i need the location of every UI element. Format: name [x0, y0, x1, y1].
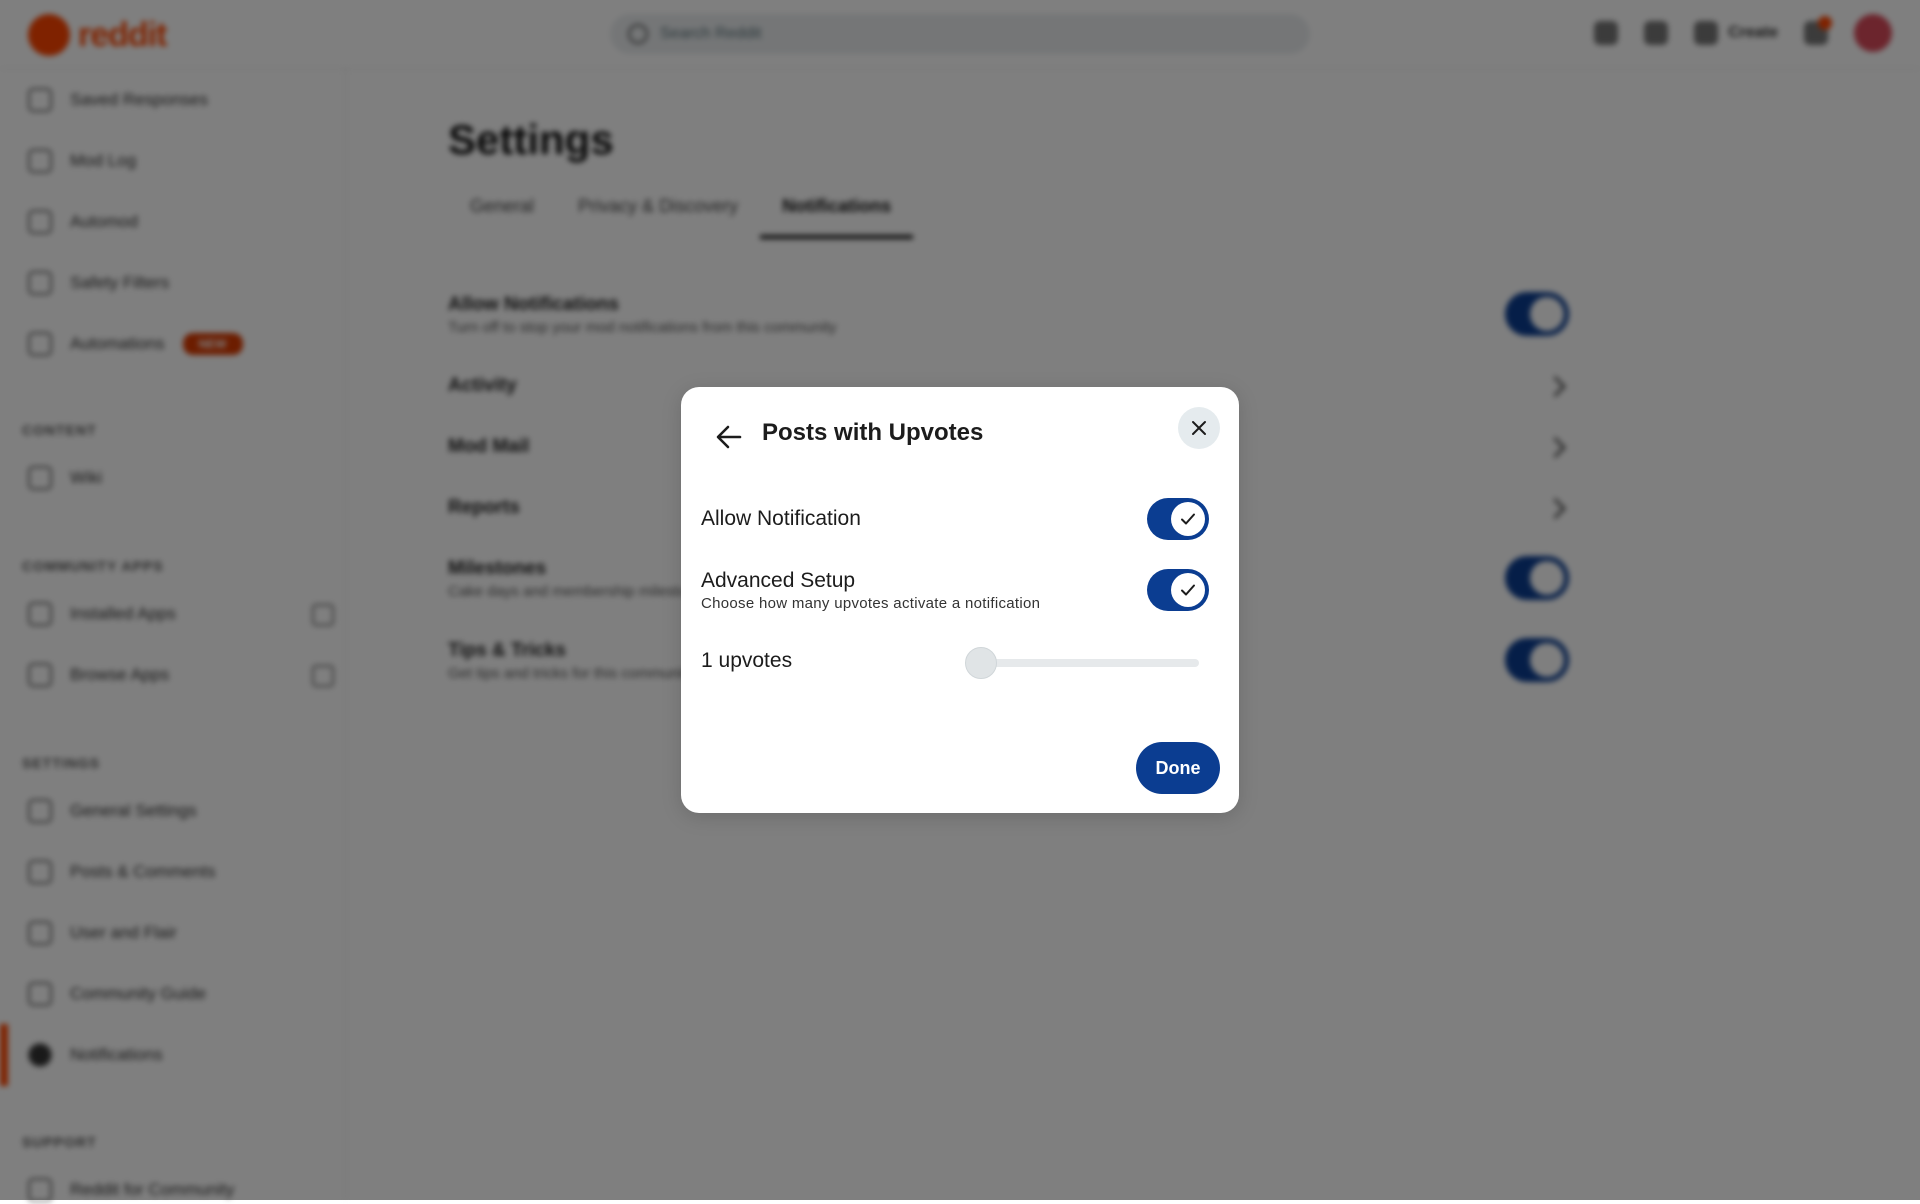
toggle-knob — [1171, 502, 1205, 536]
back-button[interactable] — [709, 417, 749, 457]
dialog-title: Posts with Upvotes — [762, 419, 984, 446]
close-icon — [1192, 421, 1206, 435]
slider-thumb[interactable] — [965, 647, 997, 679]
advanced-setup-description: Choose how many upvotes activate a notif… — [701, 595, 1041, 612]
upvotes-slider[interactable] — [965, 647, 1199, 679]
posts-with-upvotes-dialog: Posts with Upvotes Allow Notification Ad… — [681, 387, 1239, 813]
allow-notification-toggle[interactable] — [1147, 498, 1209, 540]
arrow-left-icon — [716, 425, 742, 449]
advanced-setup-label: Advanced Setup — [701, 569, 856, 592]
allow-notification-label: Allow Notification — [701, 507, 861, 530]
close-button[interactable] — [1178, 407, 1220, 449]
checkmark-icon — [1181, 513, 1195, 525]
advanced-setup-toggle[interactable] — [1147, 569, 1209, 611]
done-button[interactable]: Done — [1136, 742, 1220, 794]
checkmark-icon — [1181, 584, 1195, 596]
upvotes-count-label: 1 upvotes — [701, 649, 793, 672]
toggle-knob — [1171, 573, 1205, 607]
